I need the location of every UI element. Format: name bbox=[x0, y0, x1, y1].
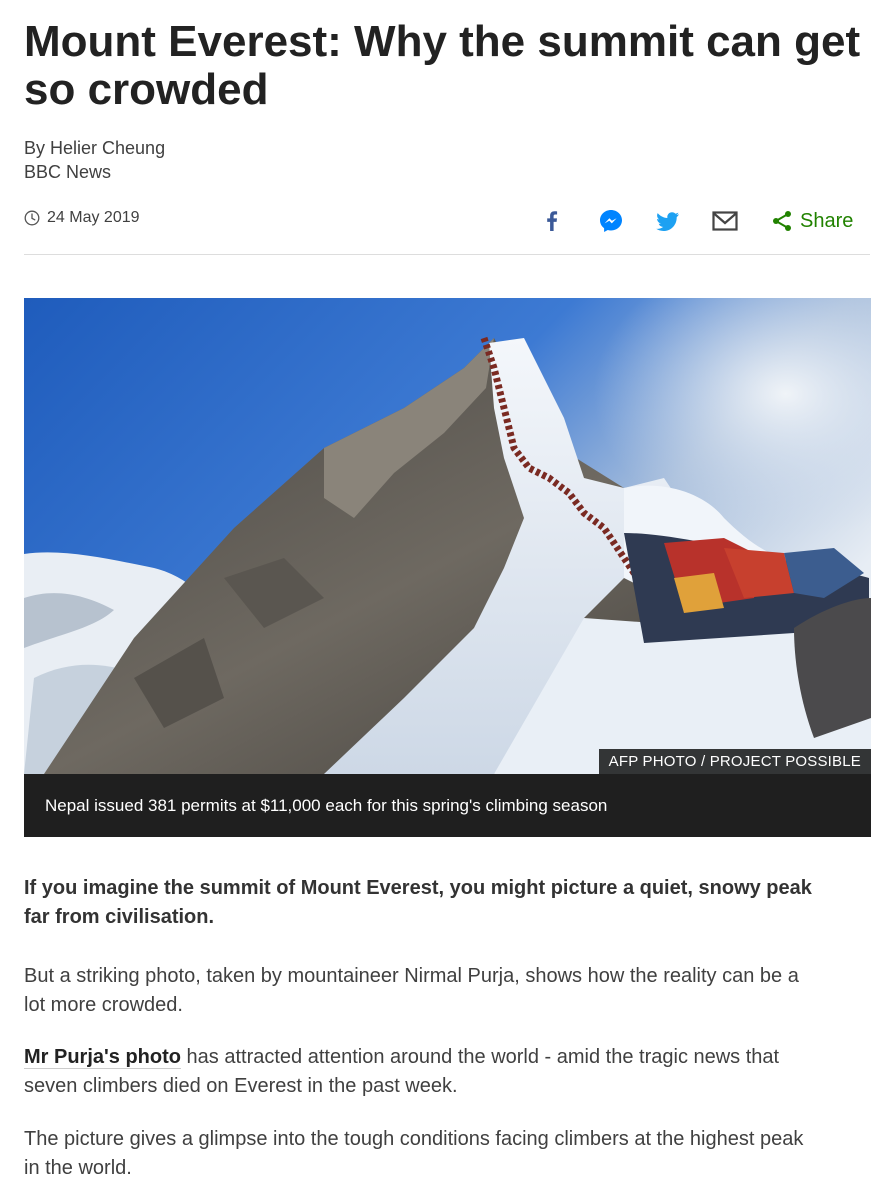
body-paragraph-3: Mr Purja's photo has attracted attention… bbox=[24, 1043, 814, 1101]
email-icon[interactable] bbox=[711, 207, 739, 235]
outlet-name: BBC News bbox=[24, 162, 112, 182]
dateline: 24 May 2019 bbox=[24, 209, 140, 227]
share-icon bbox=[773, 211, 791, 231]
body-paragraph-2: But a striking photo, taken by mountaine… bbox=[24, 965, 799, 1016]
lead-paragraph: If you imagine the summit of Mount Evere… bbox=[24, 877, 812, 928]
share-label: Share bbox=[800, 209, 854, 232]
header-divider bbox=[24, 254, 870, 255]
byline: By Helier Cheung BBC News bbox=[24, 136, 165, 184]
photo-credit: AFP PHOTO / PROJECT POSSIBLE bbox=[598, 749, 871, 775]
article-title: Mount Everest: Why the summit can get so… bbox=[24, 17, 861, 114]
share-tools: Share bbox=[538, 203, 855, 239]
photo-caption: Nepal issued 381 permits at $11,000 each… bbox=[24, 774, 871, 837]
everest-summit-photo bbox=[24, 298, 871, 774]
messenger-icon[interactable] bbox=[597, 207, 625, 235]
clock-icon bbox=[24, 210, 40, 226]
share-button[interactable]: Share bbox=[770, 207, 853, 235]
body-paragraph-4: The picture gives a glimpse into the tou… bbox=[24, 1128, 804, 1179]
twitter-icon[interactable] bbox=[654, 207, 682, 235]
article-page: Mount Everest: Why the summit can get so… bbox=[0, 0, 895, 1200]
photo-link[interactable]: Mr Purja's photo bbox=[24, 1046, 181, 1069]
publish-date: 24 May 2019 bbox=[47, 209, 140, 226]
facebook-icon[interactable] bbox=[538, 207, 566, 235]
author-name: By Helier Cheung bbox=[24, 138, 166, 158]
